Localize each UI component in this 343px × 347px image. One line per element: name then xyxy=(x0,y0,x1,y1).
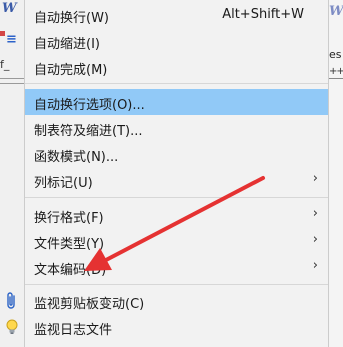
lightbulb-icon xyxy=(4,318,20,336)
menu-item-shortcut: Alt+Shift+W xyxy=(222,7,304,22)
chevron-right-icon: › xyxy=(312,171,318,186)
menu-item-word-wrap[interactable]: 自动换行(W) Alt+Shift+W xyxy=(25,2,328,28)
function-toolbar-icon[interactable]: f_ xyxy=(0,58,9,71)
menu-item-auto-indent[interactable]: 自动缩进(I) xyxy=(25,28,328,54)
menu-item-tabs-and-indent[interactable]: 制表符及缩进(T)... xyxy=(25,115,328,141)
menu-separator xyxy=(25,197,328,198)
chevron-right-icon: › xyxy=(312,258,318,273)
ruler-marks: ++ xyxy=(329,66,343,77)
menu-item-function-mode[interactable]: 函数模式(N)... xyxy=(25,141,328,167)
menu-item-line-break-format[interactable]: 换行格式(F) › xyxy=(25,202,328,228)
format-context-menu: 自动换行(W) Alt+Shift+W 自动缩进(I) 自动完成(M) 自动换行… xyxy=(6,0,329,347)
menu-item-label: 制表符及缩进(T)... xyxy=(34,124,143,139)
menu-item-auto-complete[interactable]: 自动完成(M) xyxy=(25,54,328,80)
editor-right-gutter: W es ++ xyxy=(329,0,343,347)
menu-item-label: 监视剪贴板变动(C) xyxy=(34,297,145,312)
screenshot-stage: W ≡ f_ 自动换行(W) Alt+Shift+W 自动缩进(I) 自动完成(… xyxy=(0,0,343,347)
menu-item-column-markers[interactable]: 列标记(U) › xyxy=(25,167,328,193)
ruler-line xyxy=(0,78,24,79)
menu-item-label: 文本编码(D) xyxy=(34,263,107,278)
word-wrap-toolbar-icon[interactable]: W xyxy=(2,1,17,16)
chevron-right-icon: › xyxy=(312,206,318,221)
ruler-line xyxy=(0,83,24,84)
menu-item-label: 函数模式(N)... xyxy=(34,150,119,165)
menu-item-text-encoding[interactable]: 文本编码(D) › xyxy=(25,254,328,280)
menu-item-label: 自动完成(M) xyxy=(34,63,108,78)
chevron-right-icon: › xyxy=(312,232,318,247)
editor-text-fragment: es xyxy=(329,48,342,61)
menu-item-monitor-clipboard[interactable]: 监视剪贴板变动(C) xyxy=(7,288,328,314)
menu-separator xyxy=(25,83,328,84)
menu-separator xyxy=(25,284,328,285)
menu-item-label: 自动换行选项(O)... xyxy=(34,98,145,113)
menu-item-label: 监视日志文件 xyxy=(34,323,113,338)
menu-item-file-type[interactable]: 文件类型(Y) › xyxy=(25,228,328,254)
menu-item-label: 自动换行(W) xyxy=(34,11,109,26)
ruler-line xyxy=(329,78,343,79)
word-wrap-toolbar-icon[interactable]: W xyxy=(329,4,343,19)
indent-toolbar-icon-marker xyxy=(0,31,5,36)
menu-item-label: 换行格式(F) xyxy=(34,211,104,226)
menu-item-label: 自动缩进(I) xyxy=(34,37,100,52)
menu-item-word-wrap-options[interactable]: 自动换行选项(O)... xyxy=(25,89,328,115)
menu-item-label: 文件类型(Y) xyxy=(34,237,105,252)
paperclip-icon xyxy=(4,292,20,310)
menu-item-label: 列标记(U) xyxy=(34,176,93,191)
indent-toolbar-icon[interactable]: ≡ xyxy=(6,32,17,47)
menu-item-monitor-log-file[interactable]: 监视日志文件 xyxy=(6,314,328,340)
